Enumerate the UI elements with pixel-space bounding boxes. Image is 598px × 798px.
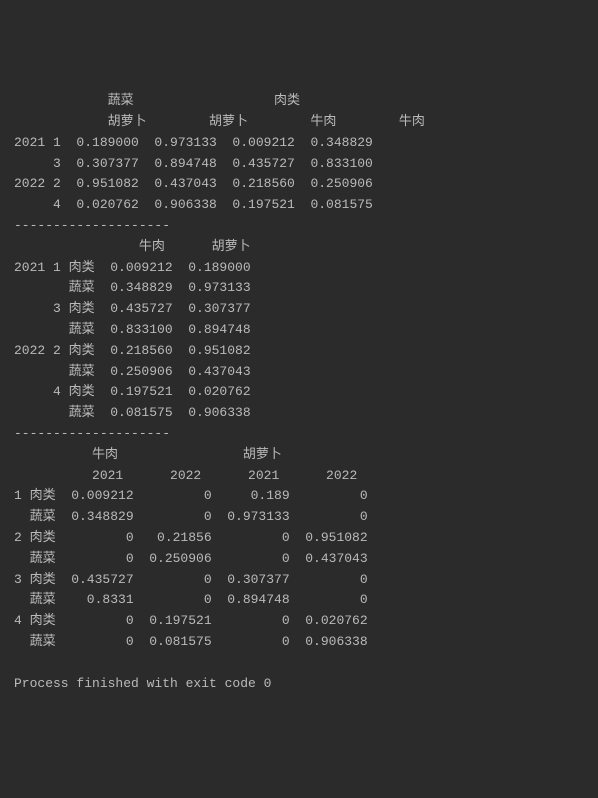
table3-row: 蔬菜 0 0.081575 0 0.906338 [14, 634, 368, 649]
table3-row: 3 肉类 0.435727 0 0.307377 0 [14, 572, 368, 587]
table3-row: 4 肉类 0 0.197521 0 0.020762 [14, 613, 368, 628]
table2-row: 蔬菜 0.348829 0.973133 [14, 280, 251, 295]
table3-header2: 2021 2022 2021 2022 [14, 468, 357, 483]
table3-row: 蔬菜 0.348829 0 0.973133 0 [14, 509, 368, 524]
table2-header: 牛肉 胡萝卜 [14, 239, 251, 254]
table2-row: 4 肉类 0.197521 0.020762 [14, 384, 251, 399]
table3-row: 蔬菜 0.8331 0 0.894748 0 [14, 592, 368, 607]
process-exit-message: Process finished with exit code 0 [14, 676, 271, 691]
table2-row: 2022 2 肉类 0.218560 0.951082 [14, 343, 251, 358]
table2-row: 3 肉类 0.435727 0.307377 [14, 301, 251, 316]
table2-row: 2021 1 肉类 0.009212 0.189000 [14, 260, 251, 275]
console-output: 蔬菜 肉类 胡萝卜 胡萝卜 牛肉 牛肉 2021 1 0.189000 0.97… [14, 91, 584, 694]
table3-row: 蔬菜 0 0.250906 0 0.437043 [14, 551, 368, 566]
table2-row: 蔬菜 0.833100 0.894748 [14, 322, 251, 337]
table3-header1: 牛肉 胡萝卜 [14, 447, 282, 462]
table1-row: 3 0.307377 0.894748 0.435727 0.833100 [14, 156, 373, 171]
divider: -------------------- [14, 218, 170, 233]
table1-header1: 蔬菜 肉类 [14, 93, 300, 108]
table1-row: 2021 1 0.189000 0.973133 0.009212 0.3488… [14, 135, 373, 150]
table2-row: 蔬菜 0.081575 0.906338 [14, 405, 251, 420]
table3-row: 1 肉类 0.009212 0 0.189 0 [14, 488, 368, 503]
table1-row: 4 0.020762 0.906338 0.197521 0.081575 [14, 197, 373, 212]
table2-row: 蔬菜 0.250906 0.437043 [14, 364, 251, 379]
table1-header2: 胡萝卜 胡萝卜 牛肉 牛肉 [14, 114, 425, 129]
table3-row: 2 肉类 0 0.21856 0 0.951082 [14, 530, 368, 545]
table1-row: 2022 2 0.951082 0.437043 0.218560 0.2509… [14, 176, 373, 191]
divider: -------------------- [14, 426, 170, 441]
